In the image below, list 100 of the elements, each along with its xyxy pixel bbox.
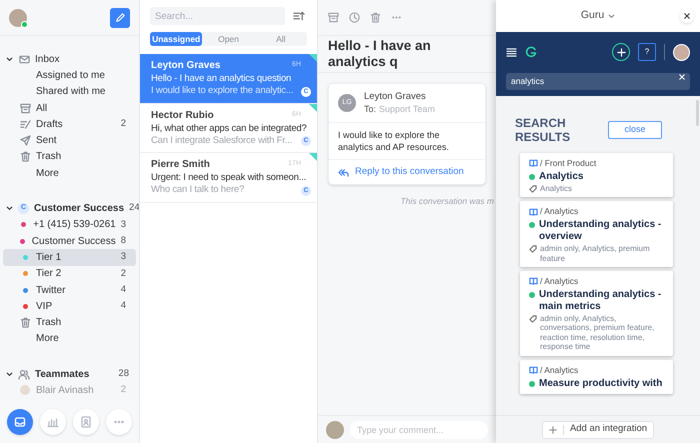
card-tags: admin only, Analytics, conversations, premium feature, reaction time, resolution time, response time [540, 314, 664, 352]
reply-all-icon [338, 168, 349, 177]
panel-title[interactable]: Guru [580, 8, 616, 24]
subject-text: Hello - I have an analytics question [151, 72, 292, 85]
book-icon [529, 366, 538, 374]
book-icon [529, 208, 538, 216]
sidebar-item[interactable]: Trash [3, 314, 136, 331]
sidebar-item[interactable]: Drafts 2 [3, 116, 136, 132]
nav-button[interactable] [72, 409, 99, 435]
user-avatar[interactable] [673, 44, 690, 60]
compose-button[interactable] [110, 8, 130, 28]
paper-plane-icon [20, 135, 30, 146]
filter-tab[interactable]: Unassigned [150, 32, 202, 46]
user-avatar [326, 420, 344, 438]
card-tags: Analytics [540, 184, 572, 194]
reply-link[interactable]: Reply to this conversation [329, 159, 485, 184]
scroll-thumb [696, 100, 699, 126]
collection-path: / Analytics [540, 205, 578, 218]
trash-icon[interactable] [370, 12, 381, 23]
bar-chart-icon [47, 416, 60, 428]
nav-button[interactable] [7, 409, 34, 435]
clear-icon[interactable] [679, 74, 685, 80]
results-heading: SEARCH RESULTS [515, 116, 572, 144]
preview-text: Can I integrate Salesforce with Fr... [151, 134, 292, 148]
avatar-placeholder [20, 385, 30, 396]
section-label[interactable]: Inbox [35, 52, 129, 67]
plus-icon [548, 426, 557, 434]
sidebar-item[interactable]: Assigned to me [3, 67, 136, 84]
card-title: Measure productivity with [539, 378, 662, 390]
sidebar-item[interactable]: All [3, 100, 136, 116]
pencil-icon [115, 12, 125, 22]
collection-path: / Analytics [540, 275, 578, 288]
drafts-icon [20, 118, 30, 130]
subject-text: Urgent: I need to speak with someon... [151, 171, 308, 184]
sidebar-item[interactable]: More [3, 330, 136, 348]
result-card[interactable]: / Analytics Understanding analytics - main metrics admin only, Analytics, conversations, premium feature, reaction time, resolution time, response time [520, 271, 673, 356]
message-body: I would like to explore the analytics and AP resources. [337, 129, 450, 154]
result-card[interactable]: / Analytics Understanding analytics - overview admin only, Analytics, premium feature [520, 201, 673, 267]
sidebar-item[interactable]: VIP 4 [3, 298, 136, 314]
preview-text: Who can I talk to here? [151, 183, 244, 198]
collection-path: / Analytics [540, 364, 578, 376]
item-count: 24 [129, 201, 139, 216]
add-button[interactable] [612, 43, 630, 61]
search-field[interactable]: Search... [150, 7, 285, 25]
card-tags: admin only, Analytics, premium feature [540, 244, 664, 263]
envelope-icon [18, 54, 30, 65]
card-title: Understanding analytics - main metrics [539, 288, 662, 313]
sidebar-item[interactable]: Twitter 4 [3, 282, 136, 298]
collection-path: / Front Product [540, 157, 596, 170]
tag-icon [529, 314, 537, 323]
trash-icon [20, 151, 30, 162]
archive-icon[interactable] [328, 12, 339, 23]
add-integration-button[interactable]: Add an integration [542, 420, 654, 438]
inbox-tray-icon [14, 416, 26, 428]
comment-field[interactable]: Type your comment... [350, 420, 488, 438]
tag-icon [529, 245, 537, 253]
caret-icon [608, 12, 616, 20]
trash-icon [20, 317, 30, 328]
help-button[interactable]: ? [638, 43, 656, 61]
section-label[interactable]: Teammates [35, 366, 114, 382]
menu-icon[interactable] [506, 48, 517, 56]
sender-name: Leyton Graves [151, 59, 220, 73]
caret-icon[interactable] [6, 205, 13, 212]
sidebar-item[interactable]: Customer Success 8 [3, 232, 136, 250]
section-label[interactable]: Customer Success [34, 201, 124, 216]
sender-name: Leyton Graves [364, 91, 427, 103]
preview-text: I would like to explore the analytic... [151, 84, 294, 98]
contact-card-icon [80, 416, 92, 428]
item-count: 28 [118, 367, 129, 382]
recipient-name: Support Team [379, 103, 435, 115]
close-button[interactable]: close [608, 121, 662, 139]
sidebar-item[interactable]: Tier 2 2 [3, 266, 136, 282]
sort-icon[interactable] [293, 11, 305, 21]
sidebar-item[interactable]: Shared with me [3, 84, 136, 100]
conversation-title: Hello - I have an analytics q [328, 37, 432, 71]
recipient-label: To: [364, 103, 376, 115]
sidebar-item[interactable]: +1 (415) 539-0261 3 [3, 216, 136, 233]
sender-name: Hector Rubio [151, 108, 214, 122]
result-card[interactable]: / Front Product Analytics Analytics [520, 153, 673, 198]
sidebar-item[interactable]: Tier 1 3 [3, 249, 136, 266]
card-title: Analytics [539, 170, 584, 183]
nav-button[interactable] [40, 409, 66, 435]
system-note: This conversation was m [399, 195, 495, 208]
caret-icon[interactable] [6, 370, 13, 378]
tag-icon [529, 184, 537, 193]
archive-icon [20, 102, 30, 114]
caret-icon[interactable] [6, 56, 13, 63]
card-title: Understanding analytics - overview [539, 219, 662, 243]
plus-icon [616, 48, 626, 56]
sender-name: Pierre Smith [151, 158, 210, 172]
sidebar-item[interactable]: Sent [3, 132, 136, 149]
g-logo-icon [525, 46, 537, 58]
clock-icon[interactable] [349, 12, 360, 23]
close-button[interactable] [680, 9, 694, 23]
book-icon [529, 277, 538, 286]
sidebar-item[interactable]: More [3, 165, 136, 182]
people-icon [18, 368, 30, 380]
search-field[interactable]: analytics [506, 72, 690, 90]
result-card[interactable]: / Analytics Measure productivity with [520, 360, 673, 394]
sidebar-item[interactable]: Trash [3, 148, 136, 166]
